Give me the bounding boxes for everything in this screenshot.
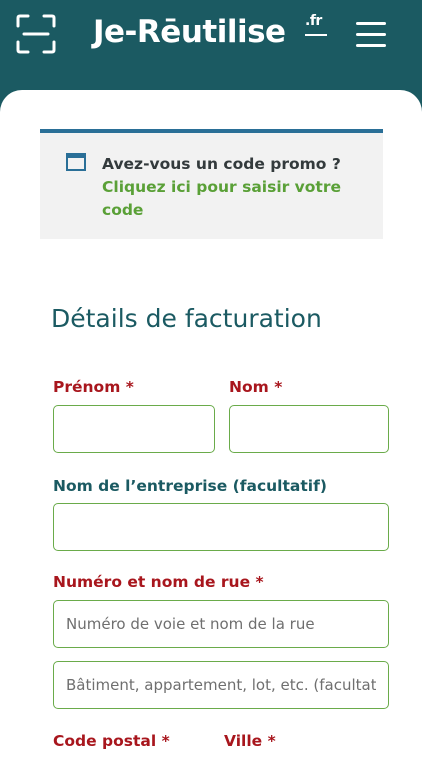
first-name-field[interactable]: [53, 405, 215, 453]
last-name-field[interactable]: [229, 405, 389, 453]
postcode-label: Code postal *: [53, 732, 170, 750]
company-label: Nom de l’entreprise (facultatif): [53, 477, 327, 495]
required-star: *: [161, 732, 170, 750]
street-field[interactable]: [53, 600, 389, 648]
hamburger-menu-icon[interactable]: [356, 20, 386, 48]
required-star: *: [255, 573, 264, 591]
first-name-label: Prénom *: [53, 378, 134, 396]
required-star: *: [274, 378, 283, 396]
logo-text: Je-Rēutilise: [93, 14, 286, 50]
brand-logo[interactable]: Je-Rēutilise .fr: [93, 12, 327, 52]
street2-field[interactable]: [53, 661, 389, 709]
promo-code-notice: Avez-vous un code promo ? Cliquez ici po…: [40, 129, 383, 239]
scan-frame-icon[interactable]: [16, 14, 56, 54]
promo-code-link[interactable]: Cliquez ici pour saisir votre code: [102, 176, 342, 222]
company-field[interactable]: [53, 503, 389, 551]
promo-question: Avez-vous un code promo ?: [102, 155, 341, 173]
city-label: Ville *: [224, 732, 276, 750]
billing-title: Détails de facturation: [51, 304, 322, 333]
last-name-label: Nom *: [229, 378, 283, 396]
required-star: *: [267, 732, 276, 750]
logo-tld: .fr: [305, 13, 322, 29]
window-icon: [66, 153, 86, 171]
logo-tld-underline: [305, 34, 327, 36]
street-label: Numéro et nom de rue *: [53, 573, 264, 591]
required-star: *: [125, 378, 134, 396]
